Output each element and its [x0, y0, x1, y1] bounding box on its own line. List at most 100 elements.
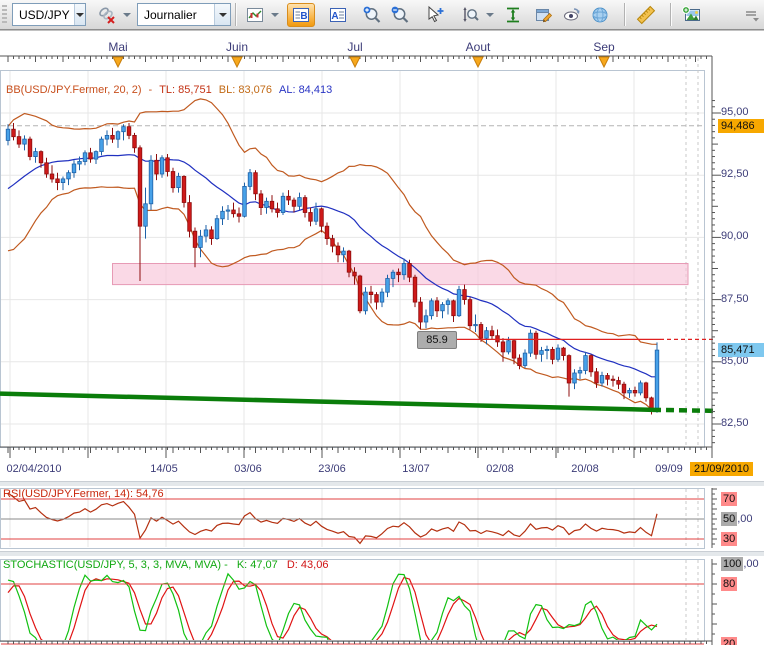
stoch-axis-label: 80 [721, 577, 737, 591]
month-label: Aout [466, 40, 491, 54]
fit-vertical-icon [503, 5, 523, 25]
indicator-window-icon: B [291, 5, 311, 25]
rsi-axis-label-box: 30 [721, 532, 737, 546]
bollinger-indicator-button[interactable]: B [287, 3, 315, 27]
price-axis-label: 90,00 [721, 230, 749, 242]
stoch-axis-label: 20 [721, 637, 737, 645]
analysis-button[interactable]: A [324, 3, 352, 27]
month-marker-triangle [232, 57, 242, 67]
panel-divider [0, 551, 764, 557]
toolbar: USD/JPY Journalier [0, 0, 764, 30]
current-date-badge: 21/09/2010 [690, 462, 753, 476]
zoom-out-button[interactable] [387, 3, 413, 27]
view-refresh-button[interactable] [559, 3, 585, 27]
ruler-icon [635, 5, 657, 25]
chevron-down-icon[interactable] [484, 3, 496, 27]
rsi-axis-label-box: 70 [721, 492, 737, 506]
zoom-out-icon [390, 5, 410, 25]
unlink-button[interactable] [94, 3, 120, 27]
price-axis-label: 92,50 [721, 168, 749, 180]
rsi-axis-label: 30 [721, 532, 737, 546]
date-label: 03/06 [234, 463, 262, 475]
rsi-axis-label-box: 50 [721, 512, 737, 526]
symbol-select-value: USD/JPY [13, 8, 74, 22]
date-label: 02/04/2010 [6, 463, 61, 475]
price-axis-label: 87,50 [721, 293, 749, 305]
toolbar-separator [670, 3, 672, 26]
globe-icon [590, 5, 610, 25]
symbol-select[interactable]: USD/JPY [12, 3, 86, 26]
month-marker-triangle [113, 57, 123, 67]
measure-zoom-icon [460, 5, 480, 25]
add-image-icon [681, 5, 703, 25]
chevron-down-icon[interactable] [269, 3, 281, 27]
date-label: 20/08 [571, 463, 599, 475]
rsi-axis-label: 70 [721, 492, 737, 506]
bb-tl-value: TL: 85,751 [159, 84, 212, 96]
month-label: Sep [593, 40, 614, 54]
last-price-marker: 85,471 [718, 343, 764, 357]
price-axis-label: 95,00 [721, 106, 749, 118]
chevron-down-icon[interactable] [121, 3, 133, 27]
stoch-axis-label: 100,00 [721, 557, 759, 571]
svg-text:A: A [331, 11, 338, 22]
high-price-marker: 94,486 [718, 119, 764, 133]
date-label: 23/06 [318, 463, 346, 475]
month-label: Mai [108, 40, 127, 54]
unlink-icon [97, 5, 117, 25]
chevron-down-icon[interactable] [214, 4, 230, 25]
stoch-sep: - [224, 559, 228, 571]
stoch-name: STOCHASTIC(USD/JPY, 5, 3, 3, MVA, MVA) [3, 559, 221, 571]
stoch-d-value: D: 43,06 [287, 559, 329, 571]
svg-text:B: B [300, 11, 307, 22]
fit-vertical-button[interactable] [500, 3, 526, 27]
month-marker-triangle [350, 57, 360, 67]
drag-grip[interactable] [2, 5, 7, 25]
stoch-k-value: K: 47,07 [237, 559, 278, 571]
month-marker-triangle [473, 57, 483, 67]
date-label: 14/05 [150, 463, 178, 475]
stoch-axis-label-box: 20 [721, 637, 737, 645]
month-label: Jul [347, 40, 362, 54]
month-label: Juin [226, 40, 248, 54]
bb-bl-value: BL: 83,076 [219, 84, 272, 96]
view-refresh-icon [562, 5, 582, 25]
toolbar-overflow-button[interactable] [742, 3, 762, 27]
rsi-label: RSI(USD/JPY.Fermer, 14): 54,76 [3, 488, 164, 500]
zoom-in-button[interactable] [359, 3, 385, 27]
rsi-axis-label-suffix: ,00 [737, 512, 752, 526]
chart-type-icon [245, 5, 265, 25]
chevron-down-icon[interactable] [74, 4, 85, 25]
month-marker-triangle [599, 57, 609, 67]
date-label: 09/09 [655, 463, 683, 475]
cursor-add-button[interactable] [422, 3, 448, 27]
chart-type-button[interactable] [242, 3, 268, 27]
edit-chart-icon [534, 5, 554, 25]
stoch-axis-label-suffix: ,00 [743, 557, 758, 571]
period-select[interactable]: Journalier [137, 3, 231, 26]
price-axis-label: 82,50 [721, 417, 749, 429]
toolbar-separator [235, 3, 237, 26]
rsi-axis-label: 50,00 [721, 512, 753, 526]
resistance-annotation[interactable]: 85.9 [417, 331, 457, 349]
analysis-window-icon: A [328, 5, 348, 25]
bb-sep: - [149, 84, 153, 96]
stochastic-label: STOCHASTIC(USD/JPY, 5, 3, 3, MVA, MVA) -… [3, 559, 328, 571]
ruler-button[interactable] [631, 3, 661, 27]
month-markers [113, 57, 609, 67]
toolbar-separator [624, 3, 626, 26]
date-label: 02/08 [486, 463, 514, 475]
bollinger-label: BB(USD/JPY.Fermer, 20, 2)-TL: 85,751 BL: … [6, 84, 339, 96]
stoch-axis-label-box: 100 [721, 557, 743, 571]
toolbar-overflow-icon [744, 7, 760, 23]
panel-divider [0, 481, 764, 487]
add-image-button[interactable] [677, 3, 707, 27]
date-label: 13/07 [402, 463, 430, 475]
measure-zoom-button[interactable] [457, 3, 483, 27]
globe-button[interactable] [587, 3, 613, 27]
bb-name: BB(USD/JPY.Fermer, 20, 2) [6, 84, 142, 96]
stoch-axis-label-box: 80 [721, 577, 737, 591]
edit-chart-button[interactable] [531, 3, 557, 27]
chart-canvas[interactable] [0, 0, 764, 645]
chart-window: USD/JPY Journalier [0, 0, 764, 645]
